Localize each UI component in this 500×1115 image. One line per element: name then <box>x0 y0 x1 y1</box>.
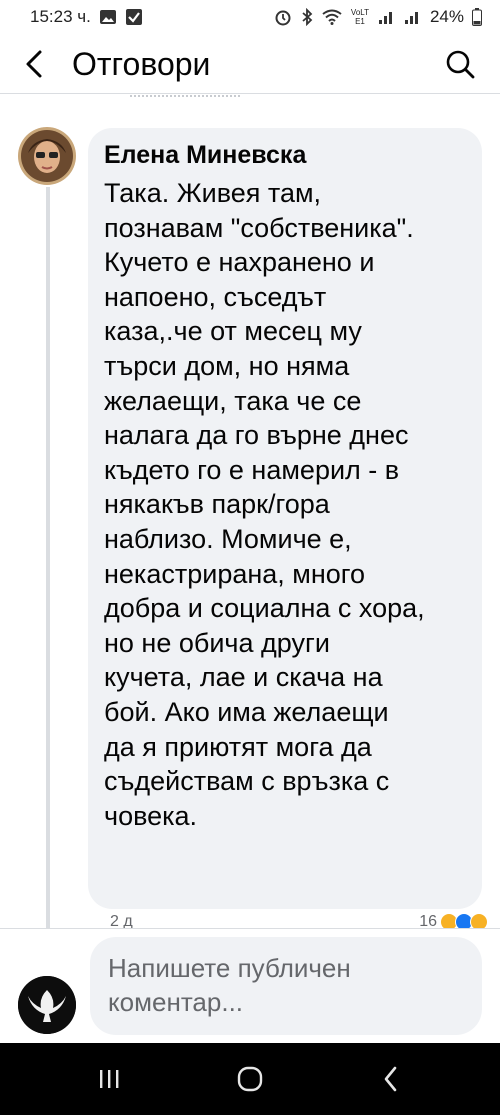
comment-text: Така. Живея там, познавам "собственика".… <box>104 178 425 831</box>
battery-icon <box>472 8 482 26</box>
recent-apps-button[interactable] <box>89 1063 129 1095</box>
thread-line <box>46 187 50 928</box>
home-button[interactable] <box>230 1063 270 1095</box>
header-bar: Отговори <box>0 34 500 94</box>
gallery-notification-icon <box>99 8 117 26</box>
wifi-icon <box>322 9 342 25</box>
bluetooth-icon <box>300 8 314 26</box>
page-title: Отговори <box>72 46 211 82</box>
comment-input[interactable]: Напишете публичен коментар... <box>90 937 482 1035</box>
comment-thread[interactable]: Елена Миневска Така. Живея там, познавам… <box>0 95 500 928</box>
wow-reaction-icon <box>470 913 488 928</box>
system-navigation-bar <box>0 1043 500 1115</box>
recent-apps-icon <box>100 1070 119 1088</box>
status-bar: 15:23 ч. VoLTE1 24% <box>0 0 500 34</box>
status-time: 15:23 ч. <box>30 7 91 26</box>
search-icon <box>446 50 475 79</box>
back-nav-button[interactable] <box>371 1063 411 1095</box>
chevron-left-icon <box>26 50 42 78</box>
commenter-avatar[interactable] <box>18 127 76 185</box>
back-nav-icon <box>384 1066 397 1092</box>
comment-meta: 2 д 16 <box>110 913 490 928</box>
back-button[interactable] <box>18 48 50 80</box>
reaction-summary[interactable]: 16 <box>419 913 488 928</box>
comment-composer: Напишете публичен коментар... <box>0 928 500 1043</box>
battery-percent: 24% <box>429 7 464 26</box>
user-avatar[interactable] <box>18 976 76 1034</box>
status-right: VoLTE1 24% <box>274 7 482 27</box>
comment-bubble[interactable]: Елена Миневска Така. Живея там, познавам… <box>88 128 482 909</box>
alarm-icon <box>274 8 292 26</box>
comment-time[interactable]: 2 д <box>110 913 133 928</box>
check-notification-icon <box>125 8 143 26</box>
status-left: 15:23 ч. <box>30 7 143 27</box>
previous-content-edge <box>130 95 240 99</box>
search-button[interactable] <box>442 46 478 82</box>
home-icon <box>237 1066 263 1092</box>
signal-icon-2 <box>404 9 422 25</box>
comment-author[interactable]: Елена Миневска <box>104 140 466 170</box>
reaction-count: 16 <box>419 913 437 928</box>
signal-icon <box>378 9 396 25</box>
volte-label: VoLTE1 <box>350 8 370 26</box>
